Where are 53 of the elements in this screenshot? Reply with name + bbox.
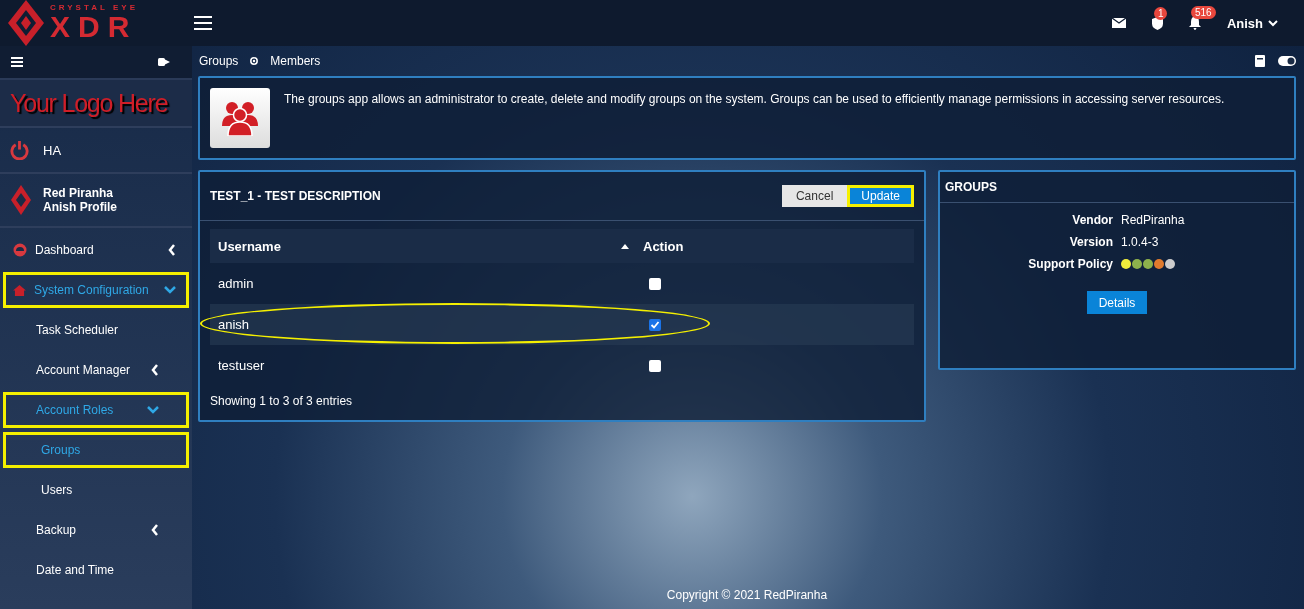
cancel-button[interactable]: Cancel: [781, 185, 848, 207]
column-header[interactable]: Username: [218, 238, 618, 254]
profile-name: Red Piranha: [43, 186, 115, 200]
field-label: Vendor: [1071, 213, 1113, 227]
checkbox[interactable]: [649, 359, 661, 372]
nav-item[interactable]: Groups: [3, 432, 189, 468]
nav-item[interactable]: Date and Time: [3, 552, 189, 588]
checkbox[interactable]: [649, 277, 661, 290]
home-icon: [13, 284, 26, 296]
panel-title: TEST_1 - TEST DESCRIPTION: [210, 189, 381, 203]
breadcrumb-link[interactable]: Groups: [199, 54, 239, 68]
nav-item[interactable]: Task Scheduler: [3, 312, 189, 348]
nav-item[interactable]: Backup: [3, 512, 189, 548]
table-cell-text: testuser: [218, 358, 266, 373]
nav-item[interactable]: Account Roles: [3, 392, 189, 428]
description-text: The groups app allows an administrator to create, delete and modify groups on the system. Groups can be used to efficiently manage permissions in accessing server resources.: [284, 92, 1225, 106]
chevron-down-icon: [1268, 19, 1278, 27]
menu-icon[interactable]: [194, 16, 212, 30]
column-header: Action: [643, 238, 684, 254]
notification-badge: 1: [1153, 6, 1168, 20]
entries-info: Showing 1 to 3 of 3 entries: [210, 394, 354, 408]
menu-icon[interactable]: [11, 57, 23, 67]
sort-up-icon[interactable]: [621, 243, 629, 249]
checkbox[interactable]: [649, 318, 661, 331]
copyright-text: Copyright © 2021 RedPiranha: [665, 588, 829, 604]
ha-label: HA: [43, 142, 62, 158]
field-label: Support Policy: [1027, 257, 1113, 271]
mail-icon[interactable]: [1111, 18, 1126, 28]
group-icon: [210, 88, 270, 148]
field-value: 1.0.4-3: [1121, 235, 1160, 249]
nav-item[interactable]: Users: [3, 472, 189, 508]
nav-item[interactable]: Dashboard: [3, 232, 189, 268]
table-cell-text: anish: [218, 317, 251, 332]
nav-item[interactable]: System Configuration: [3, 272, 189, 308]
nav-item[interactable]: Account Manager: [3, 352, 189, 388]
notification-badge: 516: [1190, 6, 1216, 19]
power-icon[interactable]: [10, 140, 29, 160]
brand-tagline: CRYSTAL EYE: [50, 4, 138, 12]
breadcrumb-current: Members: [270, 54, 321, 68]
update-button[interactable]: Update: [847, 185, 914, 207]
table-cell-text: admin: [218, 276, 255, 291]
logo-icon: [11, 185, 31, 215]
user-menu[interactable]: Anish: [1226, 15, 1278, 31]
bullet-icon: [250, 57, 259, 65]
toggle-icon[interactable]: [1278, 56, 1296, 66]
field-value: RedPiranha: [1121, 213, 1186, 227]
book-icon[interactable]: [1254, 55, 1266, 67]
logo-text: Your Logo Here: [10, 88, 168, 118]
details-button[interactable]: Details: [1086, 291, 1148, 314]
brand-name: XDR: [50, 12, 138, 42]
panel-title: GROUPS: [945, 180, 997, 194]
field-label: Version: [1068, 235, 1113, 249]
profile-subtitle: Anish Profile: [43, 200, 117, 214]
